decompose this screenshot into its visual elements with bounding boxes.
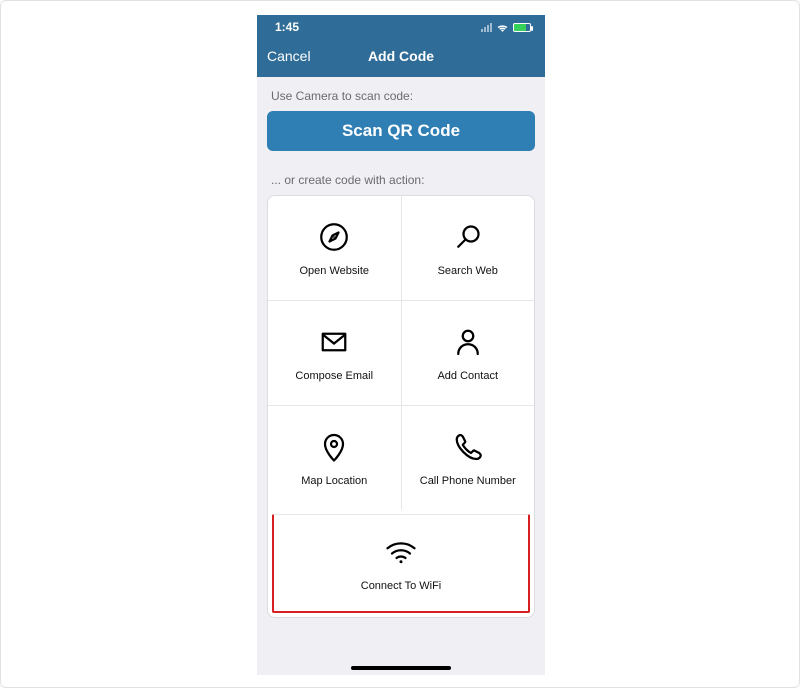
- grid-row: Open Website Search Web: [268, 196, 534, 300]
- wifi-icon: [383, 534, 419, 570]
- magnifier-icon: [450, 219, 486, 255]
- cancel-button[interactable]: Cancel: [267, 48, 311, 64]
- phone-icon: [450, 429, 486, 465]
- status-bar: 1:45: [257, 15, 545, 39]
- nav-bar: Cancel Add Code: [257, 39, 545, 77]
- home-indicator: [351, 666, 451, 670]
- battery-icon: [513, 23, 531, 32]
- action-call-phone[interactable]: Call Phone Number: [401, 406, 535, 510]
- grid-row: Map Location Call Phone Number: [268, 405, 534, 510]
- action-connect-wifi[interactable]: Connect To WiFi: [274, 515, 528, 611]
- phone-frame: 1:45 Cancel Add Code Use Camera to scan …: [257, 15, 545, 675]
- action-label: Call Phone Number: [420, 475, 516, 487]
- wifi-icon: [496, 22, 509, 32]
- create-hint: ... or create code with action:: [271, 173, 531, 187]
- status-right: [481, 22, 531, 32]
- scan-hint: Use Camera to scan code:: [271, 89, 531, 103]
- action-label: Open Website: [299, 265, 369, 277]
- action-open-website[interactable]: Open Website: [268, 196, 401, 300]
- action-label: Search Web: [438, 265, 498, 277]
- canvas: 1:45 Cancel Add Code Use Camera to scan …: [0, 0, 800, 688]
- map-pin-icon: [316, 429, 352, 465]
- action-add-contact[interactable]: Add Contact: [401, 301, 535, 405]
- action-label: Compose Email: [295, 370, 373, 382]
- action-label: Map Location: [301, 475, 367, 487]
- action-map-location[interactable]: Map Location: [268, 406, 401, 510]
- action-grid: Open Website Search Web: [267, 195, 535, 618]
- action-label: Connect To WiFi: [361, 580, 442, 592]
- envelope-icon: [316, 324, 352, 360]
- compass-icon: [316, 219, 352, 255]
- action-label: Add Contact: [437, 370, 498, 382]
- action-search-web[interactable]: Search Web: [401, 196, 535, 300]
- grid-row: Compose Email Add Contact: [268, 300, 534, 405]
- status-time: 1:45: [275, 20, 299, 34]
- action-compose-email[interactable]: Compose Email: [268, 301, 401, 405]
- scan-qr-button[interactable]: Scan QR Code: [267, 111, 535, 151]
- content: Use Camera to scan code: Scan QR Code ..…: [257, 77, 545, 618]
- grid-row-highlighted: Connect To WiFi: [272, 514, 530, 613]
- cellular-icon: [481, 23, 492, 32]
- person-icon: [450, 324, 486, 360]
